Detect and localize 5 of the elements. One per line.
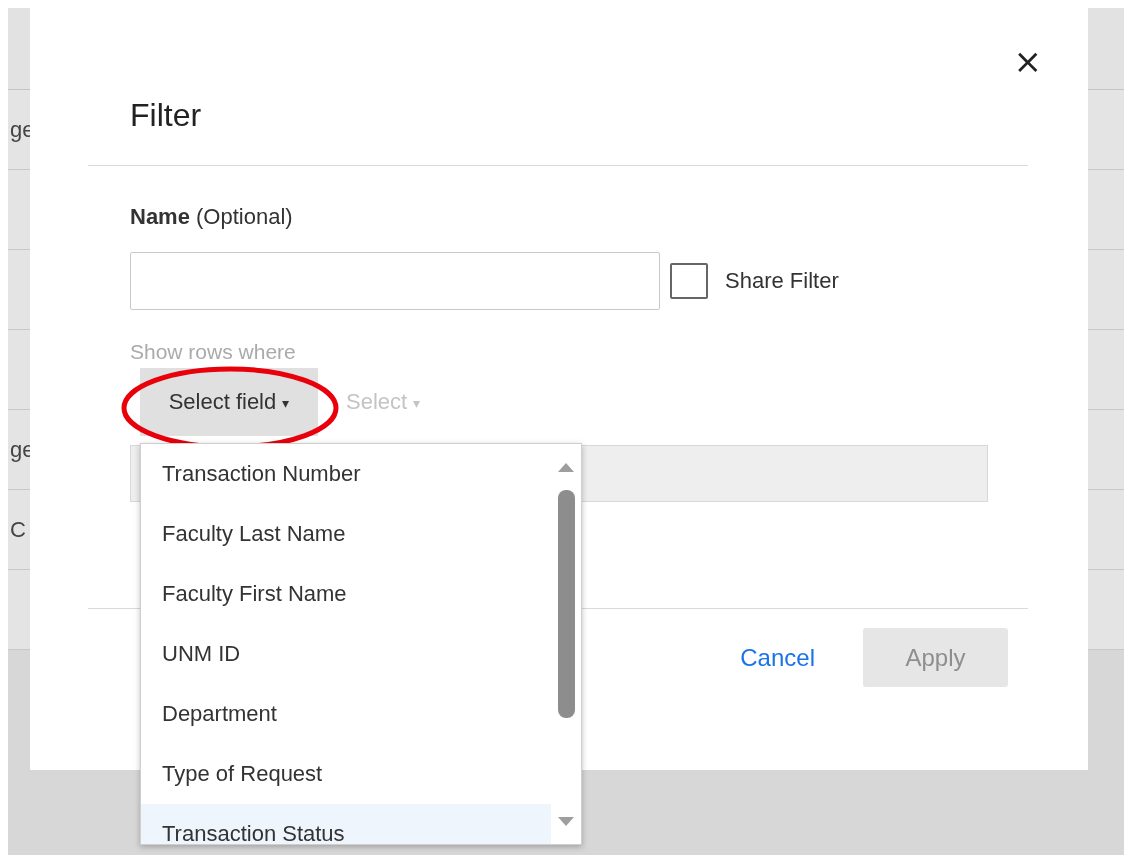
dialog-title: Filter: [130, 98, 203, 132]
share-filter-label: Share Filter: [725, 268, 839, 294]
name-label: Name (Optional): [130, 204, 293, 230]
table-cell-text: C: [9, 516, 26, 543]
show-rows-label: Show rows where: [130, 340, 296, 364]
